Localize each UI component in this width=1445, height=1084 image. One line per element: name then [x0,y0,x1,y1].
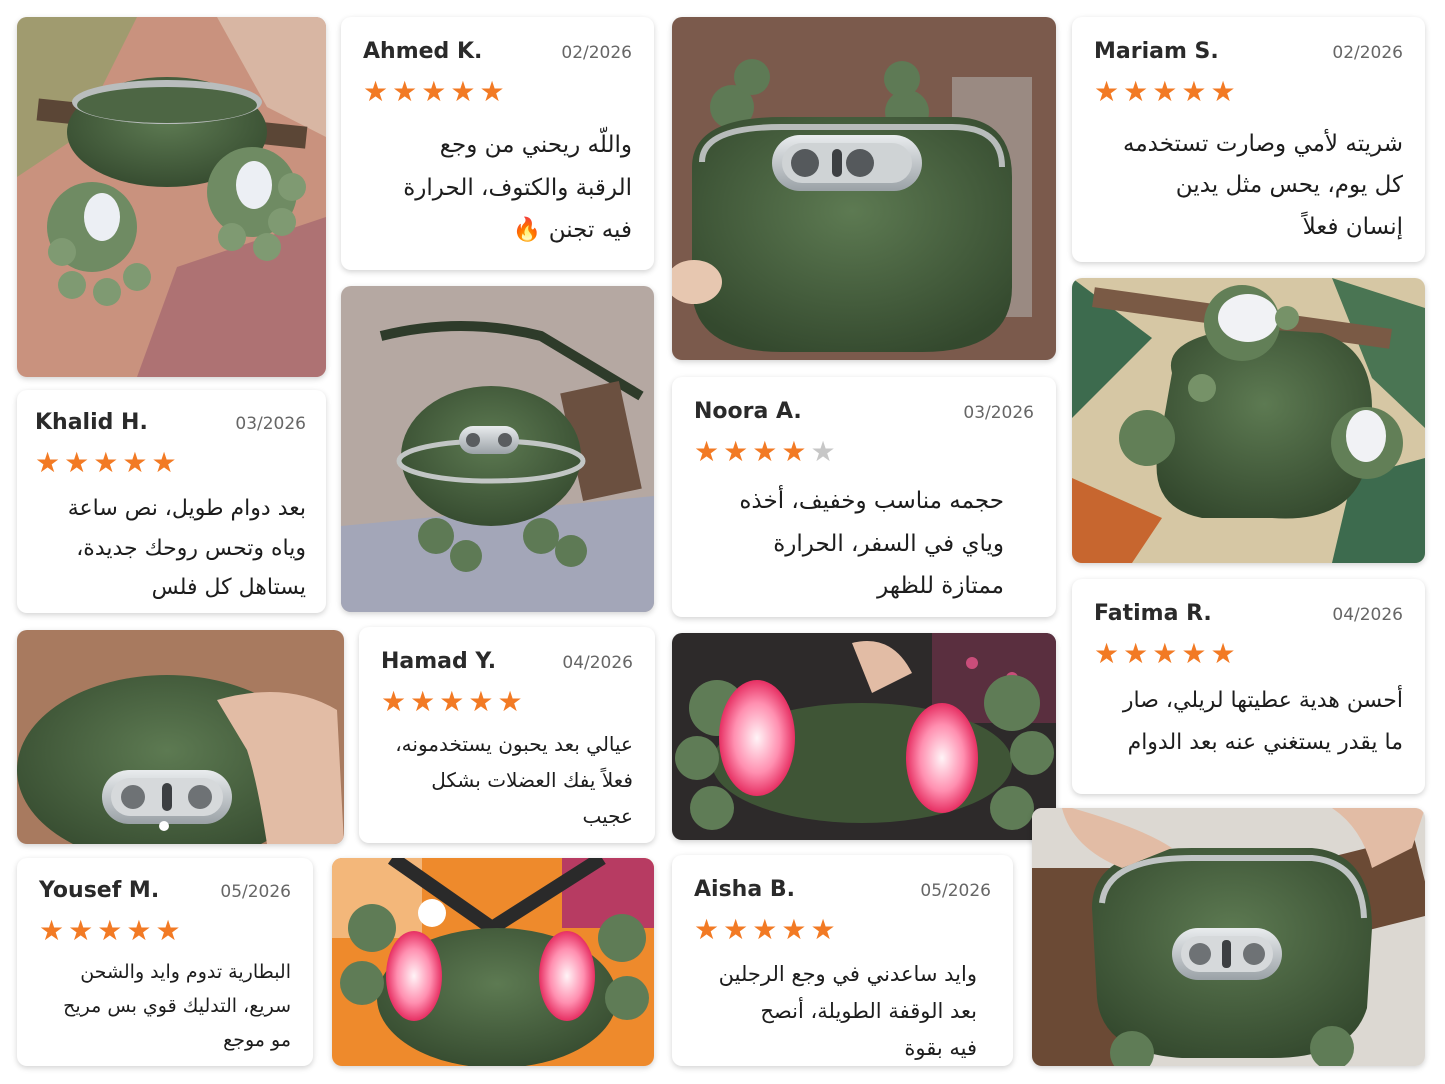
star-filled-icon: ★ [781,435,811,468]
star-filled-icon: ★ [723,435,753,468]
star-filled-icon: ★ [93,446,123,479]
star-filled-icon: ★ [155,914,185,947]
massager-photo-image [1032,808,1425,1066]
review-photo-5[interactable] [17,630,344,844]
review-photo-4[interactable] [1072,278,1425,563]
reviewer-name: Noora A. [694,399,802,424]
star-filled-icon: ★ [1094,637,1124,670]
review-date: 02/2026 [561,43,632,63]
reviewer-name: Hamad Y. [381,649,497,674]
star-filled-icon: ★ [421,75,451,108]
review-text: حجمه مناسب وخفيف، أخذه وياي في السفر، ال… [739,488,1004,600]
reviewer-name: Khalid H. [35,410,148,435]
star-filled-icon: ★ [723,913,753,946]
star-filled-icon: ★ [1181,75,1211,108]
review-card-7: Yousef M. 05/2026 ★★★★★ البطارية تدوم وا… [17,858,313,1066]
star-rating: ★★★★★ [1094,640,1403,668]
star-filled-icon: ★ [39,914,69,947]
star-rating: ★★★★★ [694,438,1034,466]
review-date: 05/2026 [920,881,991,901]
reviewer-name: Yousef M. [39,878,160,903]
star-filled-icon: ★ [752,435,782,468]
review-text: أحسن هدية عطيتها لريلي، صار ما يقدر يستغ… [1122,688,1403,755]
review-photo-2[interactable] [672,17,1056,360]
star-rating: ★★★★★ [381,688,633,716]
star-filled-icon: ★ [781,913,811,946]
star-filled-icon: ★ [68,914,98,947]
review-date: 02/2026 [1332,43,1403,63]
review-text: بعد دوام طويل، نص ساعة وياه وتحس روحك جد… [67,496,306,601]
massager-photo-image [17,630,344,844]
review-text: واللّه ريحني من وجع الرقبة والكتوف، الحر… [403,132,632,244]
reviewer-name: Ahmed K. [363,39,483,64]
star-filled-icon: ★ [381,685,411,718]
star-filled-icon: ★ [694,435,724,468]
star-empty-icon: ★ [810,435,840,468]
review-card-5: Fatima R. 04/2026 ★★★★★ أحسن هدية عطيتها… [1072,579,1425,794]
star-filled-icon: ★ [410,685,440,718]
massager-photo-image [17,17,326,377]
review-photo-3[interactable] [341,286,654,612]
reviewer-name: Mariam S. [1094,39,1219,64]
review-card-2: Mariam S. 02/2026 ★★★★★ شريته لأمي وصارت… [1072,17,1425,262]
review-photo-1[interactable] [17,17,326,377]
star-filled-icon: ★ [468,685,498,718]
star-filled-icon: ★ [810,913,840,946]
massager-photo-image [672,17,1056,360]
massager-photo-image [341,286,654,612]
star-rating: ★★★★★ [694,916,991,944]
star-filled-icon: ★ [752,913,782,946]
star-filled-icon: ★ [1094,75,1124,108]
review-photo-7[interactable] [332,858,654,1066]
review-card-3: Khalid H. 03/2026 ★★★★★ بعد دوام طويل، ن… [17,390,326,613]
massager-photo-image [1072,278,1425,563]
review-date: 05/2026 [220,882,291,902]
star-filled-icon: ★ [497,685,527,718]
review-date: 03/2026 [963,403,1034,423]
review-card-8: Aisha B. 05/2026 ★★★★★ وايد ساعدني في وج… [672,855,1013,1066]
star-filled-icon: ★ [1152,637,1182,670]
star-filled-icon: ★ [64,446,94,479]
review-text: وايد ساعدني في وجع الرجلين بعد الوقفة ال… [718,962,977,1060]
star-filled-icon: ★ [363,75,393,108]
star-filled-icon: ★ [126,914,156,947]
review-photo-8[interactable] [1032,808,1425,1066]
star-rating: ★★★★★ [1094,78,1403,106]
review-card-6: Hamad Y. 04/2026 ★★★★★ عيالي بعد يحبون ي… [359,627,655,843]
star-filled-icon: ★ [151,446,181,479]
review-card-1: Ahmed K. 02/2026 ★★★★★ واللّه ريحني من و… [341,17,654,270]
star-filled-icon: ★ [450,75,480,108]
star-filled-icon: ★ [694,913,724,946]
massager-photo-image [672,633,1056,840]
star-filled-icon: ★ [439,685,469,718]
review-text: البطارية تدوم وايد والشحن سريع، التدليك … [63,961,291,1052]
reviewer-name: Aisha B. [694,877,795,902]
review-date: 03/2026 [235,414,306,434]
star-filled-icon: ★ [1210,75,1240,108]
star-filled-icon: ★ [122,446,152,479]
star-rating: ★★★★★ [35,449,306,477]
star-rating: ★★★★★ [363,78,632,106]
star-filled-icon: ★ [1181,637,1211,670]
reviewer-name: Fatima R. [1094,601,1212,626]
star-rating: ★★★★★ [39,917,291,945]
review-photo-6[interactable] [672,633,1056,840]
review-date: 04/2026 [1332,605,1403,625]
star-filled-icon: ★ [1210,637,1240,670]
review-text: عيالي بعد يحبون يستخدمونه، فعلاً يفك الع… [395,732,633,828]
review-text: شريته لأمي وصارت تستخدمه كل يوم، يحس مثل… [1122,131,1403,240]
review-date: 04/2026 [562,653,633,673]
star-filled-icon: ★ [1152,75,1182,108]
star-filled-icon: ★ [1123,637,1153,670]
massager-photo-image [332,858,654,1066]
review-card-4: Noora A. 03/2026 ★★★★★ حجمه مناسب وخفيف،… [672,377,1056,617]
star-filled-icon: ★ [35,446,65,479]
star-filled-icon: ★ [97,914,127,947]
star-filled-icon: ★ [479,75,509,108]
star-filled-icon: ★ [392,75,422,108]
star-filled-icon: ★ [1123,75,1153,108]
